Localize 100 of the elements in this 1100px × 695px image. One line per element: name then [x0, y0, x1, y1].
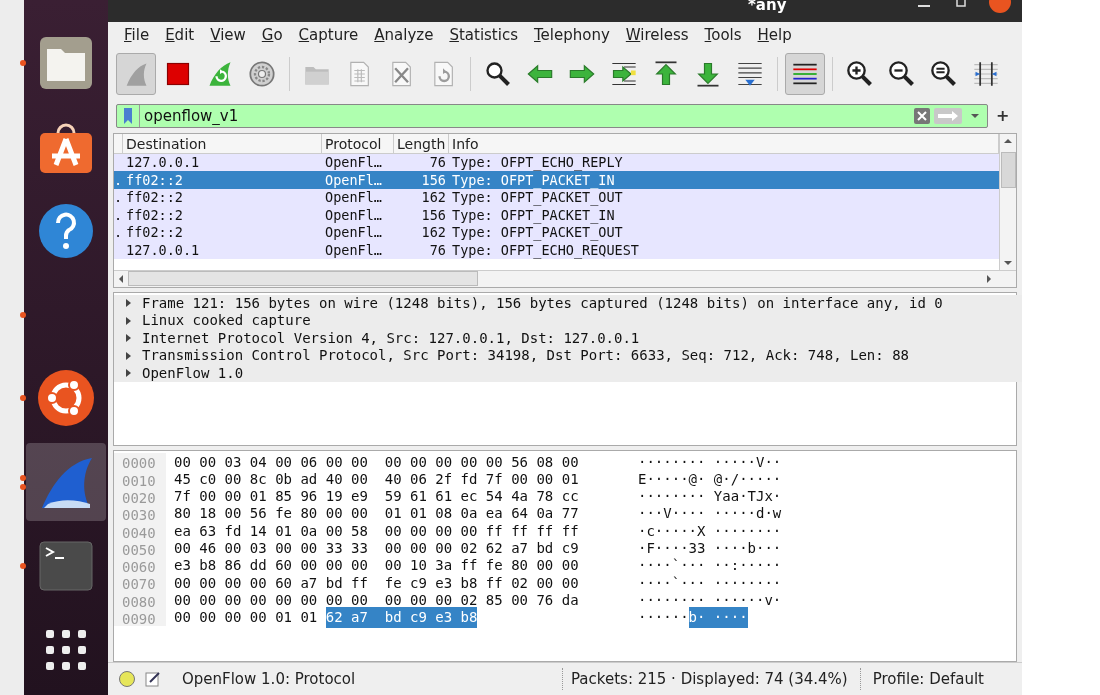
ascii-text: ········ ······v·: [638, 590, 782, 610]
ascii-text: ····`··· ········: [638, 573, 782, 593]
hex-bytes: 00 00 00 00 01 01: [174, 608, 319, 628]
close-icon[interactable]: [988, 0, 1012, 14]
byte-offset: 0060: [114, 557, 166, 575]
expand-arrow-icon[interactable]: [123, 350, 133, 361]
table-cell: .: [114, 189, 123, 206]
expand-arrow-icon[interactable]: [123, 333, 133, 344]
zoom-in-icon: [846, 59, 874, 88]
ring-logo-icon[interactable]: [38, 370, 94, 427]
scrollbar-thumb[interactable]: [1000, 151, 1016, 188]
table-cell-text: 162: [420, 223, 447, 243]
menu-item[interactable]: View: [210, 24, 246, 47]
menu-item[interactable]: Edit: [165, 24, 195, 47]
table-cell-text: OpenFl…: [324, 205, 383, 225]
hex-bytes: 45 c0 00 8c 0b ad 40 00 40 06 2f fd 7f 00 00 01: [174, 469, 579, 489]
hex-bytes: 62 a7 bd c9 e3 b8: [325, 607, 478, 629]
table-cell-text: OpenFl…: [324, 170, 383, 190]
ascii-text: ········ Yaa·TJx·: [638, 487, 782, 507]
search-icon: [484, 59, 512, 88]
table-cell-text: Type: OFPT_PACKET_IN: [451, 206, 616, 226]
vertical-scrollbar[interactable]: [999, 133, 1016, 270]
table-cell-text: OpenFl…: [324, 223, 383, 243]
hex-bytes: 00 46 00 03 00 00 33 33 00 00 00 02 62 a7 bd c9: [174, 539, 579, 558]
expert-info-icon[interactable]: [118, 670, 136, 689]
menu-item[interactable]: File: [124, 24, 150, 47]
table-cell-text: ff02::2: [125, 188, 184, 208]
packet-row[interactable]: . ff02::2 OpenFl… 156 Type: OFPT_PACKET_IN: [114, 171, 999, 189]
scrollbar-thumb[interactable]: [128, 271, 478, 287]
table-cell: .: [114, 224, 123, 241]
hex-bytes: ea 63 fd 14 01 0a 00 58 00 00 00 00 ff ff ff ff: [174, 521, 579, 541]
table-cell-text: 156: [420, 170, 447, 190]
folder-icon[interactable]: [38, 34, 94, 91]
minimize-icon[interactable]: [918, 4, 930, 8]
filter-field[interactable]: openflow_v1: [116, 103, 988, 128]
expand-arrow-icon[interactable]: [123, 315, 133, 326]
ascii-text: ······: [638, 608, 689, 628]
table-cell-text: 76: [428, 240, 447, 260]
byte-offset: 0090: [114, 609, 166, 627]
help-icon[interactable]: [38, 202, 94, 259]
menu-item[interactable]: Statistics: [449, 24, 518, 47]
ascii-text: ····`··· ··:·····: [638, 556, 782, 576]
menu-item[interactable]: Analyze: [374, 24, 434, 47]
hex-bytes: e3 b8 86 dd 60 00 00 00 00 10 3a ff fe 80 00 00: [174, 556, 579, 576]
table-cell-text: ff02::2: [125, 170, 184, 190]
menu-item[interactable]: Tools: [704, 24, 742, 47]
column-header[interactable]: Length: [394, 133, 449, 153]
add-filter-button[interactable]: +: [996, 103, 1010, 128]
packet-row[interactable]: . ff02::2 OpenFl… 156 Type: OFPT_PACKET_IN: [114, 206, 999, 224]
table-cell-text: OpenFl…: [324, 153, 383, 173]
table-cell-text: Type: OFPT_ECHO_REPLY: [451, 153, 624, 173]
column-header[interactable]: Protocol: [322, 133, 394, 153]
table-cell: .: [114, 171, 123, 188]
table-cell-text: 127.0.0.1: [125, 240, 201, 260]
up-arrow-icon: [652, 59, 680, 88]
column-header[interactable]: Destination: [123, 133, 322, 153]
byte-offset: 0070: [114, 574, 166, 592]
table-cell-text: ff02::2: [125, 205, 184, 225]
packet-count-text: Packets: 215 · Displayed: 74 (34.4%): [571, 668, 848, 690]
expand-arrow-icon[interactable]: [123, 298, 133, 309]
horizontal-scrollbar[interactable]: [114, 269, 1016, 287]
gear-icon: [248, 59, 276, 88]
menu-item[interactable]: Telephony: [534, 24, 610, 47]
ascii-text: ·F····33 ····b···: [638, 539, 782, 558]
ascii-text: ·c·····X ········: [638, 521, 782, 541]
edit-icon[interactable]: [144, 670, 162, 689]
bookmark-icon[interactable]: [121, 105, 135, 126]
packet-row[interactable]: 127.0.0.1 OpenFl… 76 Type: OFPT_ECHO_REQUEST: [114, 241, 999, 259]
clear-icon[interactable]: [913, 106, 931, 125]
resize-columns-icon: [972, 59, 1000, 88]
ascii-text: E·····@· @·/·····: [638, 469, 782, 489]
display-filter-field[interactable]: openflow_v1: [139, 104, 913, 127]
table-cell-text: 76: [428, 153, 447, 173]
hex-bytes: 80 18 00 56 fe 80 00 00 01 01 08 0a ea 64 0a 77: [174, 504, 579, 524]
table-cell-text: 162: [420, 188, 447, 208]
hex-bytes: 7f 00 00 01 85 96 19 e9 59 61 61 ec 54 4a 78 cc: [174, 487, 579, 507]
table-cell-text: Type: OFPT_PACKET_IN: [451, 171, 616, 191]
hex-bytes: 00 00 00 00 00 00 00 00 00 00 00 02 85 00 76 da: [174, 590, 579, 610]
maximize-icon[interactable]: [956, 0, 966, 8]
menu-item[interactable]: Capture: [298, 24, 359, 47]
table-cell-text: OpenFl…: [324, 188, 383, 208]
zoom-reset-icon: [930, 59, 958, 88]
hex-bytes: 00 00 00 00 60 a7 bd ff fe c9 e3 b8 ff 02 00 00: [174, 573, 579, 593]
expand-arrow-icon[interactable]: [123, 368, 133, 379]
profile-text[interactable]: Profile: Default: [872, 667, 984, 691]
ascii-text: b· ····: [688, 607, 748, 629]
menu-item[interactable]: Wireless: [625, 24, 689, 47]
status-text: OpenFlow 1.0: Protocol: [182, 668, 357, 690]
byte-offset: 0030: [114, 505, 166, 523]
byte-offset: 0000: [114, 453, 166, 471]
menu-item[interactable]: Go: [261, 24, 283, 47]
table-cell-text: Type: OFPT_PACKET_OUT: [451, 224, 624, 243]
ascii-text: ········ ·····V··: [638, 452, 782, 472]
table-cell-text: 127.0.0.1: [125, 153, 201, 173]
table-cell: .: [114, 206, 123, 223]
table-cell-text: Type: OFPT_ECHO_REQUEST: [451, 241, 640, 261]
toolbar-button[interactable]: [785, 52, 825, 95]
menu-item[interactable]: Help: [757, 24, 792, 47]
zoom-out-icon: [888, 59, 916, 88]
table-cell-text: Type: OFPT_PACKET_OUT: [451, 189, 624, 208]
